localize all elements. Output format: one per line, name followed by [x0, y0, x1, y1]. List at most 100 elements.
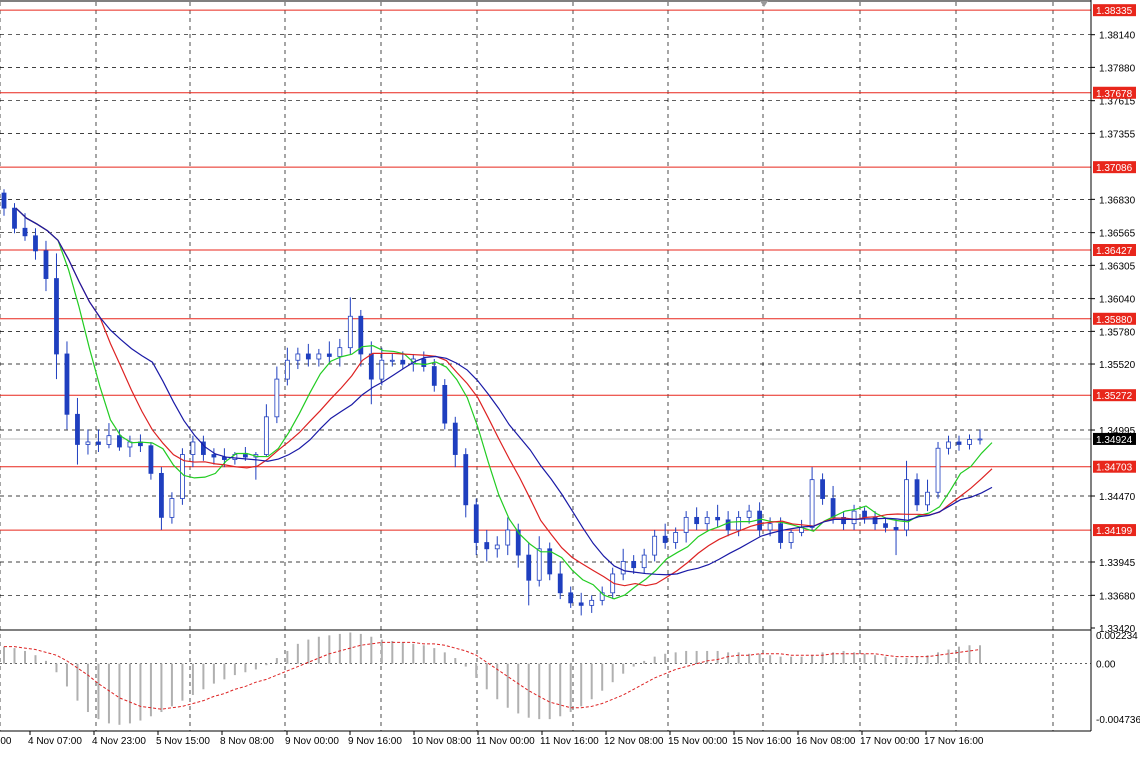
time-tick-label-14: 17 Nov 00:00 [860, 736, 920, 747]
price-level-label-1: 1.37678 [1096, 89, 1133, 100]
candle-body-10 [106, 435, 112, 445]
current-price: 1.34924 [1093, 432, 1136, 446]
candle-body-8 [85, 441, 91, 445]
time-tick-label-4: 8 Nov 08:00 [220, 736, 274, 747]
price-tick-label-9: 1.35520 [1099, 360, 1136, 371]
chart-background [0, 0, 1140, 754]
price-tick-label-12: 1.33945 [1099, 558, 1136, 569]
time-tick-label-6: 9 Nov 16:00 [348, 736, 402, 747]
candle-body-84 [883, 523, 888, 528]
candle-body-54 [568, 592, 574, 604]
candle-body-82 [862, 510, 867, 518]
candle-body-26 [274, 378, 280, 418]
time-tick-label-1: 4 Nov 07:00 [28, 736, 82, 747]
candle-body-91 [956, 441, 962, 445]
oscillator-tick-label-1: 0.00 [1096, 660, 1116, 671]
price-level-label-5: 1.35272 [1096, 391, 1133, 402]
candle-body-92 [967, 439, 972, 445]
candle-body-67 [704, 516, 710, 525]
candle-body-4 [43, 250, 49, 279]
candle-body-20 [211, 454, 217, 458]
price-tick-label-3: 1.37355 [1099, 129, 1136, 140]
candle-body-35 [368, 353, 374, 380]
candle-body-59 [620, 560, 626, 575]
candle-body-73 [767, 523, 773, 531]
price-tick-label-7: 1.36040 [1099, 295, 1136, 306]
candle-body-51 [536, 548, 542, 581]
candle-body-65 [683, 516, 689, 533]
candle-body-90 [946, 441, 951, 449]
candle-body-11 [117, 435, 122, 448]
candle-body-36 [379, 359, 385, 380]
candle-body-40 [421, 358, 427, 367]
candle-body-52 [547, 548, 553, 575]
candle-body-64 [673, 532, 679, 543]
candle-body-56 [589, 599, 595, 606]
price-level-label-4: 1.35880 [1096, 315, 1133, 326]
candle-body-41 [431, 366, 437, 386]
candle-body-74 [778, 523, 784, 543]
candle-body-44 [463, 454, 469, 506]
time-tick-label-15: 17 Nov 16:00 [924, 736, 984, 747]
time-tick-label-11: 15 Nov 00:00 [668, 736, 728, 747]
candle-body-15 [159, 472, 164, 518]
current-price-label: 1.34924 [1096, 435, 1133, 446]
candle-body-48 [505, 529, 511, 546]
candle-body-32 [337, 347, 343, 357]
candle-body-42 [442, 384, 448, 424]
candle-body-1 [12, 207, 17, 229]
candle-body-50 [526, 554, 532, 581]
price-tick-label-8: 1.35780 [1099, 327, 1136, 338]
time-tick-label-8: 11 Nov 00:00 [476, 736, 535, 747]
price-level-label-2: 1.37086 [1096, 163, 1133, 174]
candle-body-63 [662, 535, 668, 543]
candle-body-25 [263, 416, 269, 455]
candle-body-9 [96, 441, 101, 445]
chart-canvas[interactable]: 1.381401.378801.376151.373551.368301.365… [0, 0, 1140, 754]
price-tick-label-11: 1.34470 [1099, 492, 1136, 503]
price-tick-label-6: 1.36305 [1099, 261, 1136, 272]
time-tick-label-7: 10 Nov 08:00 [412, 736, 472, 747]
oscillator-tick-label-2: -0.004736 [1096, 715, 1140, 726]
candle-body-29 [305, 353, 311, 360]
candle-body-78 [820, 479, 825, 499]
candle-body-53 [557, 573, 563, 594]
price-level-label-3: 1.36427 [1096, 246, 1133, 257]
candle-body-46 [484, 542, 490, 550]
candle-body-88 [925, 491, 930, 506]
candle-body-70 [736, 516, 742, 531]
time-tick-label-0: 6:00 [0, 736, 12, 747]
candle-body-87 [914, 479, 920, 506]
price-tick-label-0: 1.38140 [1099, 31, 1136, 42]
candle-body-30 [316, 353, 322, 360]
candle-body-68 [715, 516, 721, 521]
candle-body-33 [347, 315, 353, 349]
candle-body-18 [190, 441, 196, 455]
price-level-label-7: 1.34199 [1096, 526, 1133, 537]
candle-body-79 [830, 498, 836, 518]
candle-body-2 [22, 227, 28, 237]
candle-body-45 [473, 504, 479, 543]
price-tick-label-5: 1.36565 [1099, 229, 1136, 240]
candle-body-69 [725, 519, 731, 531]
price-level-label-0: 1.38335 [1096, 6, 1133, 17]
candle-body-14 [148, 445, 154, 474]
trading-chart-window[interactable]: 1.38140 1.37880 1.37615 1.37355 1.36830 1.365… [0, 0, 1140, 754]
time-tick-label-2: 4 Nov 23:00 [92, 736, 146, 747]
candle-body-3 [33, 235, 38, 252]
candle-body-62 [652, 535, 658, 556]
candle-body-81 [851, 510, 857, 525]
oscillator-tick-label-0: 0.002234 [1096, 631, 1138, 642]
candle-body-23 [242, 454, 248, 458]
candle-body-89 [935, 447, 941, 493]
candle-body-6 [64, 353, 70, 415]
price-tick-label-1: 1.37880 [1099, 63, 1136, 74]
candle-body-75 [788, 532, 794, 543]
price-level-label-6: 1.34703 [1096, 463, 1133, 474]
candle-body-28 [295, 353, 301, 361]
candle-body-27 [284, 359, 290, 380]
candle-body-72 [757, 510, 763, 531]
candle-body-60 [631, 560, 637, 569]
time-tick-label-10: 12 Nov 08:00 [604, 736, 664, 747]
time-tick-label-13: 16 Nov 08:00 [796, 736, 856, 747]
